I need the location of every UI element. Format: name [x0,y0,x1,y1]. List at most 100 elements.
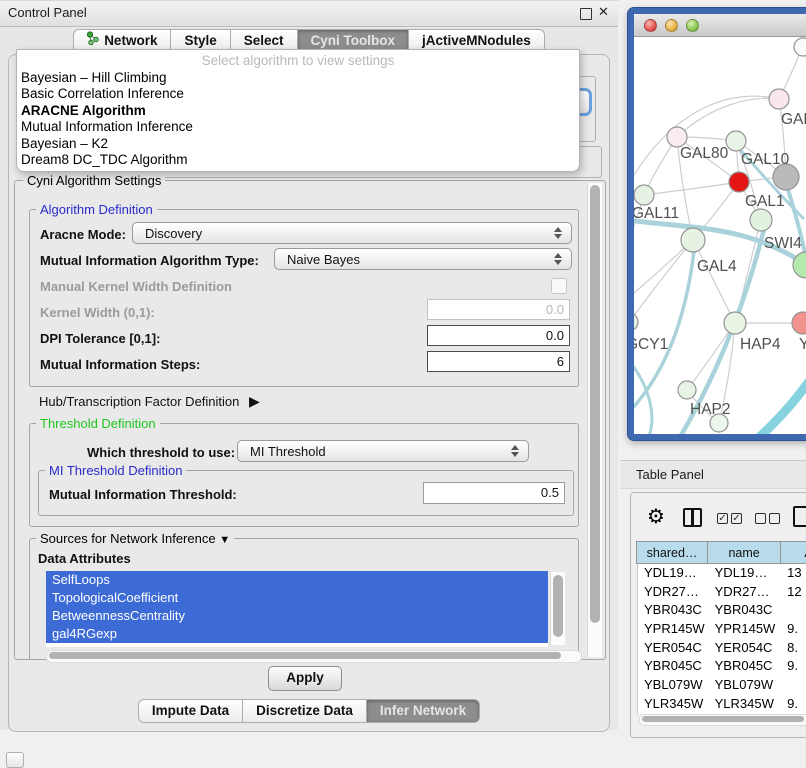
collapsed-panel-button[interactable] [6,752,24,768]
network-node-gal4[interactable] [681,228,705,252]
mi-threshold-label: Mutual Information Threshold: [49,487,237,502]
threshold-definition-title: Threshold Definition [36,416,160,431]
network-edge[interactable] [730,377,806,437]
zoom-traffic-light-icon[interactable] [686,19,699,32]
aracne-mode-combo[interactable]: Discovery [132,222,572,244]
tab-infer-network[interactable]: Infer Network [366,699,480,723]
kernel-width-field[interactable]: 0.0 [427,299,570,320]
table-cell: YBR045C [638,657,709,676]
network-node-label: HAP4 [740,336,781,353]
which-threshold-combo[interactable]: MI Threshold [237,440,529,462]
unchecked-pair-icon[interactable] [755,513,780,524]
table-row[interactable]: YBL079WYBL079W [638,676,806,695]
network-node-label: GAL [781,111,806,128]
data-attributes-list[interactable]: SelfLoopsTopologicalCoefficientBetweenne… [46,571,548,647]
table-hscrollbar[interactable] [639,714,806,726]
network-node-label: GAL10 [741,151,790,168]
data-attribute-item[interactable]: TopologicalCoefficient [46,589,548,607]
network-edge[interactable] [677,98,779,137]
network-node-swi4[interactable] [750,209,772,231]
attributes-scrollbar-thumb[interactable] [553,575,563,637]
table-row[interactable]: YBR043CYBR043C [638,601,806,620]
manual-kernel-checkbox[interactable] [551,278,567,294]
network-graph-canvas[interactable]: GALGAL80GAL10GAL1GAL11SWI4GAL4GCY1HAP4YH… [634,37,806,437]
data-attribute-item[interactable]: SelfLoops [46,571,548,589]
which-threshold-value: MI Threshold [238,444,508,459]
mi-type-combo[interactable]: Naive Bayes [274,248,572,270]
network-node-gal10[interactable] [726,131,746,151]
attributes-scrollbar[interactable] [550,572,565,645]
network-node-gal1[interactable] [729,172,749,192]
tab-discretize-data[interactable]: Discretize Data [242,699,367,723]
minimize-traffic-light-icon[interactable] [665,19,678,32]
network-node-hap2[interactable] [678,381,696,399]
table-cell: YBR043C [638,601,709,620]
mi-steps-field[interactable]: 6 [427,351,570,372]
network-node-label: SWI4 [764,235,802,252]
table-row[interactable]: YBR045CYBR045C9. [638,657,806,676]
table-row[interactable]: YER054CYER054C8. [638,639,806,658]
close-icon[interactable]: ✕ [598,4,609,20]
network-node-pink1[interactable] [769,89,789,109]
settings-scrollbar-thumb[interactable] [590,185,600,623]
spinner-icon [551,227,565,239]
algorithm-option[interactable]: Basic Correlation Inference [17,86,579,102]
settings-scrollbar[interactable] [587,183,602,657]
dpi-tolerance-field[interactable]: 0.0 [427,325,570,346]
table-row[interactable]: YDR27…YDR27…12 [638,583,806,602]
table-cell: YDR27… [709,583,781,602]
attributes-hscrollbar-thumb[interactable] [49,652,561,659]
threshold-definition-group: Threshold Definition Which threshold to … [29,423,579,527]
network-node-salmon[interactable] [792,312,806,334]
network-node-gal80[interactable] [667,127,687,147]
data-attribute-item[interactable]: BetweennessCentrality [46,607,548,625]
network-window-titlebar[interactable] [634,14,806,37]
mi-threshold-field[interactable]: 0.5 [423,482,565,504]
network-node-gal11[interactable] [634,185,654,205]
network-node-hap4[interactable] [724,312,746,334]
algorithm-option[interactable]: Bayesian – Hill Climbing [17,70,579,86]
table-cell: YBR043C [709,601,781,620]
gear-icon[interactable]: ⚙ [647,507,665,527]
tab-label: Discretize Data [256,700,353,722]
algorithm-option[interactable]: Bayesian – K2 [17,136,579,152]
table-cell: YPR145W [638,620,709,639]
spinner-icon [551,253,565,265]
network-node-gcy1[interactable] [634,313,638,331]
table-hscrollbar-thumb[interactable] [642,716,804,722]
hub-definition-toggle[interactable]: Hub/Transcription Factor Definition ▶ [39,393,260,410]
chevron-right-icon[interactable]: ▶ [249,393,260,409]
algorithm-option[interactable]: Mutual Information Inference [17,119,579,135]
table-cell: 12 [781,583,806,602]
table-header-row: shared…nameA [637,541,806,564]
table-row[interactable]: YLR345WYLR345W9. [638,695,806,714]
algorithm-option[interactable]: Dream8 DC_TDC Algorithm [17,152,579,168]
mi-steps-label: Mutual Information Steps: [40,357,200,372]
network-edge[interactable] [644,182,739,195]
page-icon[interactable] [793,506,806,527]
attributes-hscrollbar[interactable] [46,650,582,663]
tab-impute-data[interactable]: Impute Data [138,699,243,723]
network-node-top[interactable] [794,38,806,56]
table-row[interactable]: YDL19…YDL19…13 [638,564,806,583]
apply-button[interactable]: Apply [268,666,342,691]
chevron-down-icon[interactable]: ▼ [219,534,230,546]
column-header[interactable]: name [707,541,781,564]
tab-label: Impute Data [152,700,229,722]
dpi-tolerance-label: DPI Tolerance [0,1]: [40,331,160,346]
algorithm-option[interactable]: ARACNE Algorithm [17,103,579,119]
network-edge[interactable] [634,240,693,303]
network-edge[interactable] [693,240,735,323]
float-window-icon[interactable] [580,8,592,20]
close-traffic-light-icon[interactable] [644,19,657,32]
data-attributes-label: Data Attributes [38,551,131,566]
checked-pair-icon[interactable]: ✓✓ [717,513,742,524]
table-row[interactable]: YPR145WYPR145W9. [638,620,806,639]
network-view-window[interactable]: GALGAL80GAL10GAL1GAL11SWI4GAL4GCY1HAP4YH… [628,8,806,440]
table-cell: YER054C [638,639,709,658]
data-attribute-item[interactable]: gal4RGexp [46,625,548,643]
network-node-label: GAL11 [634,205,679,222]
column-header[interactable]: shared… [636,541,708,564]
column-header[interactable]: A [780,541,806,564]
columns-icon[interactable] [683,508,702,527]
